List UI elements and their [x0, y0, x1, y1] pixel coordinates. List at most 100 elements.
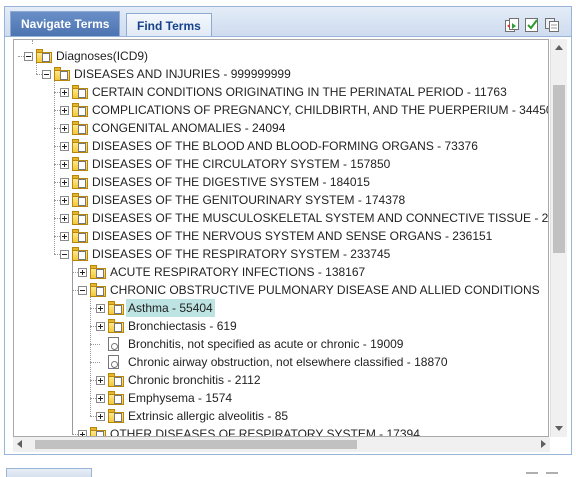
expand-icon[interactable] — [504, 17, 520, 33]
expand-toggle-icon[interactable] — [60, 124, 69, 133]
tree-connector-line — [90, 344, 100, 345]
tree-row[interactable]: Asthma - 55404 — [14, 299, 548, 317]
folder-icon — [72, 247, 88, 261]
tree-node-label[interactable]: COMPLICATIONS OF PREGNANCY, CHILDBIRTH, … — [90, 101, 548, 119]
scroll-down-icon[interactable] — [555, 426, 563, 431]
tree-node-label[interactable]: Bronchiectasis - 619 — [126, 317, 239, 335]
horizontal-scroll-thumb[interactable] — [35, 440, 357, 449]
folder-icon — [72, 121, 88, 135]
tree-node-label[interactable]: OTHER DISEASES OF RESPIRATORY SYSTEM - 1… — [108, 425, 422, 436]
tree-row[interactable]: Extrinsic allergic alveolitis - 85 — [14, 407, 548, 425]
expand-toggle-icon[interactable] — [96, 322, 105, 331]
folder-icon — [108, 391, 124, 405]
tree-row[interactable]: DISEASES OF THE BLOOD AND BLOOD-FORMING … — [14, 137, 548, 155]
expand-toggle-icon[interactable] — [60, 88, 69, 97]
scroll-up-icon[interactable] — [555, 45, 563, 50]
collapse-toggle-icon[interactable] — [60, 250, 69, 259]
tree-node-label[interactable]: DISEASES AND INJURIES - 999999999 — [72, 65, 293, 83]
tree-node-label[interactable]: DISEASES OF THE BLOOD AND BLOOD-FORMING … — [90, 137, 480, 155]
tree-node-label[interactable]: DISEASES OF THE CIRCULATORY SYSTEM - 157… — [90, 155, 392, 173]
folder-icon — [72, 157, 88, 171]
tree-node-label[interactable]: DISEASES OF THE DIGESTIVE SYSTEM - 18401… — [90, 173, 372, 191]
folder-icon — [72, 211, 88, 225]
tree-node-label[interactable]: Bronchitis, not specified as acute or ch… — [126, 335, 405, 353]
folder-icon — [108, 319, 124, 333]
tree-node-label[interactable]: CERTAIN CONDITIONS ORIGINATING IN THE PE… — [90, 83, 509, 101]
tree-node-label-selected[interactable]: Asthma - 55404 — [126, 299, 215, 317]
expand-toggle-icon[interactable] — [60, 214, 69, 223]
tree-node-label[interactable]: CONGENITAL ANOMALIES - 24094 — [90, 119, 287, 137]
tab-find-terms[interactable]: Find Terms — [126, 13, 212, 38]
folder-icon — [72, 103, 88, 117]
folder-icon — [72, 175, 88, 189]
tree-row[interactable]: DISEASES OF THE DIGESTIVE SYSTEM - 18401… — [14, 173, 548, 191]
tree-row[interactable]: CHRONIC OBSTRUCTIVE PULMONARY DISEASE AN… — [14, 281, 548, 299]
expand-toggle-icon[interactable] — [78, 430, 87, 436]
expand-toggle-icon[interactable] — [96, 376, 105, 385]
collapse-toggle-icon[interactable] — [24, 52, 33, 61]
expand-toggle-icon[interactable] — [60, 178, 69, 187]
tree-node-label[interactable]: DISEASES OF THE MUSCULOSKELETAL SYSTEM A… — [90, 209, 548, 227]
tree-row[interactable]: CERTAIN CONDITIONS ORIGINATING IN THE PE… — [14, 83, 548, 101]
tree-row[interactable]: COMPLICATIONS OF PREGNANCY, CHILDBIRTH, … — [14, 101, 548, 119]
tree-node-label[interactable]: Emphysema - 1574 — [126, 389, 234, 407]
expand-toggle-icon[interactable] — [78, 268, 87, 277]
tab-navigate-terms[interactable]: Navigate Terms — [10, 11, 121, 38]
tree-node-label[interactable]: DISEASES OF THE GENITOURINARY SYSTEM - 1… — [90, 191, 407, 209]
tree-row[interactable]: DISEASES OF THE CIRCULATORY SYSTEM - 157… — [14, 155, 548, 173]
term-tree[interactable]: Diagnoses(ICD9) DISEASES AND INJURIES - 9… — [13, 39, 549, 437]
bottom-panel-tab[interactable] — [6, 468, 92, 477]
minimize-icon[interactable] — [526, 472, 538, 477]
scroll-left-icon[interactable] — [17, 440, 22, 448]
document-icon — [108, 355, 121, 370]
tree-row[interactable]: DISEASES OF THE MUSCULOSKELETAL SYSTEM A… — [14, 209, 548, 227]
expand-toggle-icon[interactable] — [60, 232, 69, 241]
tree-row[interactable]: Chronic bronchitis - 2112 — [14, 371, 548, 389]
tree-row[interactable]: Chronic airway obstruction, not elsewher… — [14, 353, 548, 371]
tree-node-label[interactable]: Chronic airway obstruction, not elsewher… — [126, 353, 450, 371]
folder-icon — [72, 85, 88, 99]
expand-toggle-icon[interactable] — [60, 196, 69, 205]
copy-icon[interactable] — [544, 17, 560, 33]
tree-row[interactable]: ACUTE RESPIRATORY INFECTIONS - 138167 — [14, 263, 548, 281]
tree-node-label[interactable]: CHRONIC OBSTRUCTIVE PULMONARY DISEASE AN… — [108, 281, 542, 299]
tree-row[interactable]: DISEASES OF THE GENITOURINARY SYSTEM - 1… — [14, 191, 548, 209]
tree-row[interactable]: OTHER DISEASES OF RESPIRATORY SYSTEM - 1… — [14, 425, 548, 436]
folder-icon — [54, 67, 70, 81]
expand-toggle-icon[interactable] — [96, 412, 105, 421]
tree-row[interactable]: DISEASES AND INJURIES - 999999999 — [14, 65, 548, 83]
tree-row[interactable]: DISEASES OF THE NERVOUS SYSTEM AND SENSE… — [14, 227, 548, 245]
expand-toggle-icon[interactable] — [60, 106, 69, 115]
tree-row[interactable]: DISEASES OF THE RESPIRATORY SYSTEM - 233… — [14, 245, 548, 263]
expand-toggle-icon[interactable] — [96, 394, 105, 403]
tree-node-label[interactable]: DISEASES OF THE NERVOUS SYSTEM AND SENSE… — [90, 227, 494, 245]
folder-icon — [90, 265, 106, 279]
expand-toggle-icon[interactable] — [60, 160, 69, 169]
folder-icon — [108, 409, 124, 423]
vertical-scroll-thumb[interactable] — [553, 85, 565, 253]
folder-icon — [90, 283, 106, 297]
tree-row[interactable]: CONGENITAL ANOMALIES - 24094 — [14, 119, 548, 137]
tree-row[interactable]: Bronchiectasis - 619 — [14, 317, 548, 335]
tree-node-label[interactable]: Chronic bronchitis - 2112 — [126, 371, 263, 389]
tree-node-label[interactable]: DISEASES OF THE RESPIRATORY SYSTEM - 233… — [90, 245, 392, 263]
restore-icon[interactable] — [546, 472, 558, 477]
check-icon[interactable] — [524, 17, 540, 33]
tree-node-label[interactable]: Extrinsic allergic alveolitis - 85 — [126, 407, 290, 425]
collapse-toggle-icon[interactable] — [42, 70, 51, 79]
term-navigator-panel: Navigate Terms Find Terms Diagnoses(ICD9… — [0, 0, 576, 477]
tree-connector-line — [72, 261, 73, 436]
vertical-scrollbar[interactable] — [550, 39, 567, 437]
horizontal-scrollbar[interactable] — [13, 437, 550, 452]
collapse-toggle-icon[interactable] — [78, 286, 87, 295]
tree-row[interactable]: Bronchitis, not specified as acute or ch… — [14, 335, 548, 353]
tree-row[interactable]: Emphysema - 1574 — [14, 389, 548, 407]
tree-node-label[interactable]: ACUTE RESPIRATORY INFECTIONS - 138167 — [108, 263, 367, 281]
folder-icon — [72, 193, 88, 207]
expand-toggle-icon[interactable] — [96, 304, 105, 313]
scroll-right-icon[interactable] — [541, 440, 546, 448]
expand-toggle-icon[interactable] — [60, 142, 69, 151]
tree-row[interactable]: Diagnoses(ICD9) — [14, 47, 548, 65]
tree-connector-line — [36, 63, 37, 74]
tree-node-label[interactable]: Diagnoses(ICD9) — [54, 47, 150, 65]
